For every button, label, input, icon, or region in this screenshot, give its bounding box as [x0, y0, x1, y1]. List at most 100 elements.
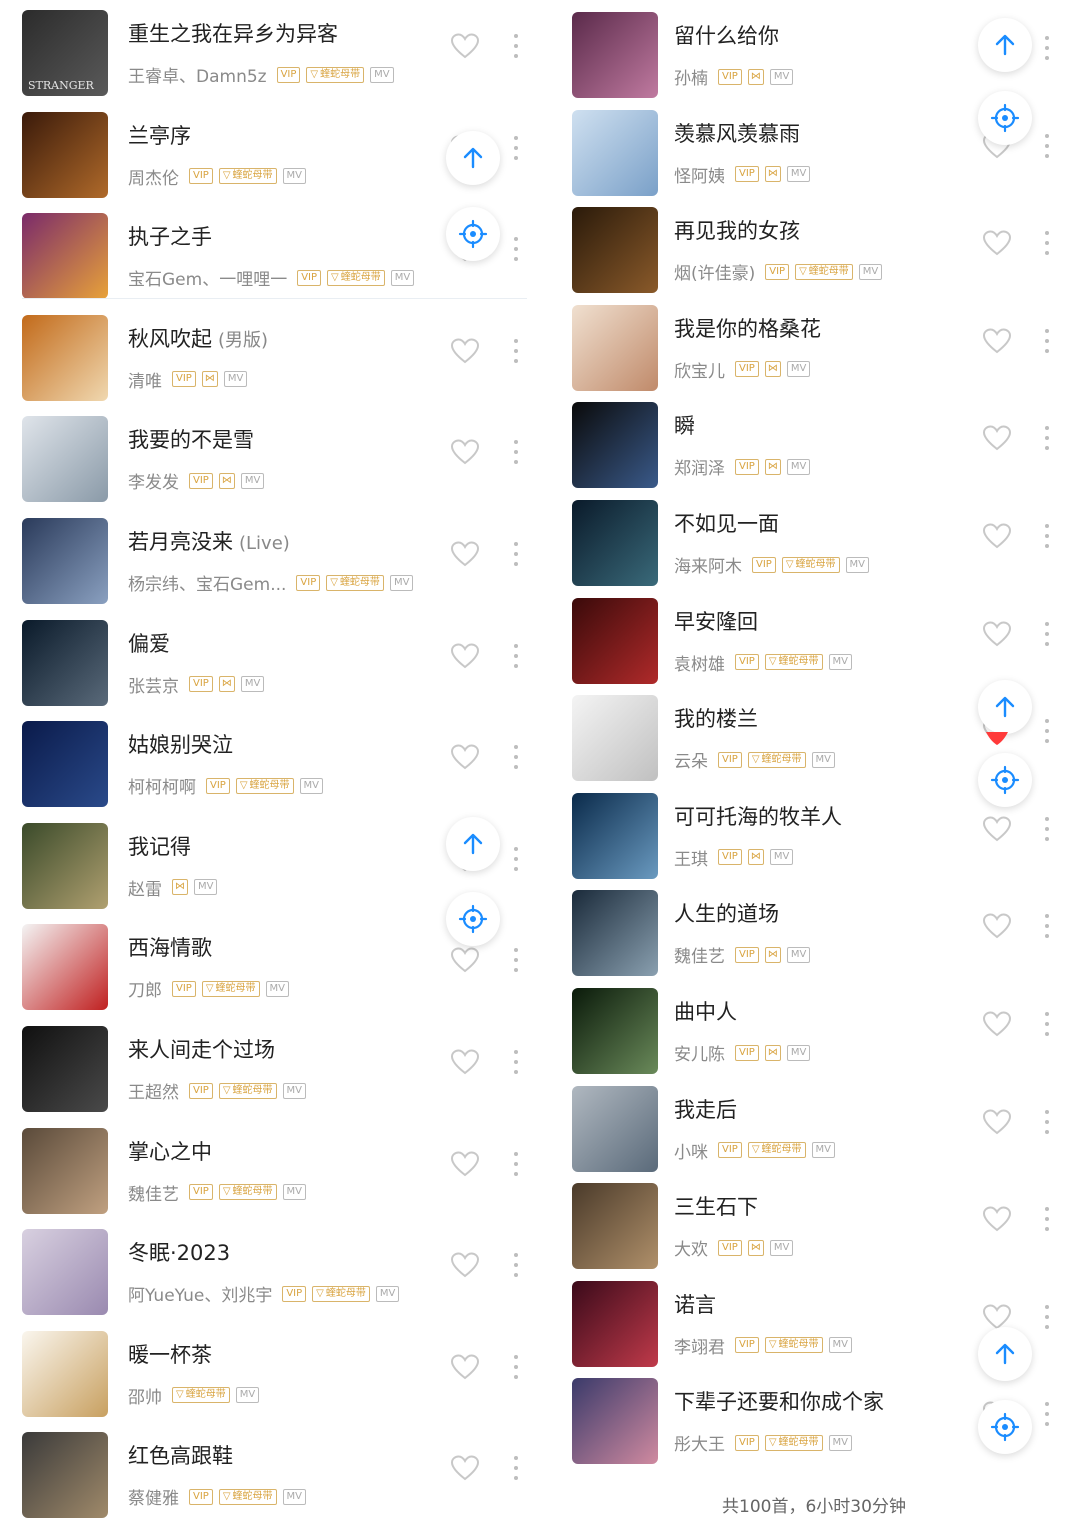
song-row[interactable]: 我是你的格桑花 欣宝儿 VIP ⋈ MV [548, 297, 1080, 399]
artist-name[interactable]: 小咪 [674, 1138, 708, 1163]
favorite-heart-icon[interactable] [982, 815, 1012, 843]
more-options-icon[interactable] [513, 1151, 519, 1176]
artist-name[interactable]: 魏佳艺 [128, 1180, 179, 1205]
artist-name[interactable]: 邵帅 [128, 1383, 162, 1408]
scroll-to-top-button[interactable] [978, 1327, 1032, 1381]
more-options-icon[interactable] [513, 34, 519, 58]
more-options-icon[interactable] [513, 542, 519, 566]
favorite-heart-icon[interactable] [982, 1108, 1012, 1136]
album-cover[interactable] [22, 213, 108, 300]
album-cover[interactable] [22, 822, 108, 909]
album-cover[interactable] [22, 1127, 108, 1214]
album-cover[interactable] [22, 721, 108, 808]
favorite-heart-icon[interactable] [982, 912, 1012, 940]
album-cover[interactable] [572, 207, 658, 294]
album-cover[interactable] [572, 12, 658, 98]
artist-name[interactable]: 杨宗纬、宝石Gem... [128, 570, 286, 595]
song-title[interactable]: 偏爱 [128, 628, 170, 658]
scroll-to-top-button[interactable] [978, 680, 1032, 734]
more-options-icon[interactable] [513, 1050, 519, 1074]
favorite-heart-icon[interactable] [982, 1010, 1012, 1038]
song-title[interactable]: 三生石下 [674, 1191, 758, 1221]
favorite-heart-icon[interactable] [982, 522, 1012, 550]
album-cover[interactable] [572, 1280, 658, 1367]
more-options-icon[interactable] [1044, 524, 1050, 548]
favorite-heart-icon[interactable] [450, 743, 480, 771]
song-title[interactable]: 姑娘别哭泣 [128, 729, 233, 759]
artist-name[interactable]: 王超然 [128, 1078, 179, 1103]
album-cover[interactable] [22, 1432, 108, 1519]
favorite-heart-icon[interactable] [450, 540, 480, 568]
artist-name[interactable]: 周杰伦 [128, 164, 179, 189]
favorite-heart-icon[interactable] [450, 1353, 480, 1381]
song-row[interactable]: 来人间走个过场 王超然 VIP ▽ 蝰蛇母带 MV [0, 1018, 535, 1120]
more-options-icon[interactable] [1044, 1304, 1050, 1329]
favorite-heart-icon[interactable] [450, 32, 480, 60]
song-row[interactable]: 瞬郑润泽 VIP ⋈ MV [548, 394, 1080, 496]
album-cover[interactable] [572, 1085, 658, 1172]
more-options-icon[interactable] [513, 237, 519, 262]
song-title[interactable]: 可可托海的牧羊人 [674, 801, 842, 831]
song-title[interactable]: 来人间走个过场 [128, 1034, 275, 1064]
song-row[interactable]: 偏爱 张芸京 VIP ⋈ MV [0, 612, 535, 714]
favorite-heart-icon[interactable] [450, 1454, 480, 1482]
album-cover[interactable] [572, 500, 658, 586]
favorite-heart-icon[interactable] [450, 946, 480, 974]
album-cover[interactable] [22, 924, 108, 1011]
artist-name[interactable]: 魏佳艺 [674, 942, 725, 967]
artist-name[interactable]: 王琪 [674, 845, 708, 870]
artist-name[interactable]: 云朵 [674, 747, 708, 772]
album-cover[interactable] [22, 518, 108, 604]
album-cover[interactable] [22, 314, 108, 401]
album-cover[interactable] [22, 619, 108, 706]
favorite-heart-icon[interactable] [450, 1150, 480, 1178]
more-options-icon[interactable] [513, 1354, 519, 1379]
song-row[interactable]: 早安隆回 袁树雄 VIP ▽ 蝰蛇母带 MV [548, 590, 1080, 692]
artist-name[interactable]: 李发发 [128, 468, 179, 493]
more-options-icon[interactable] [513, 948, 519, 973]
locate-current-song-button[interactable] [446, 892, 500, 946]
liked-heart-icon[interactable] [984, 730, 1010, 750]
scroll-to-top-button[interactable] [446, 131, 500, 185]
song-title[interactable]: 曲中人 [674, 996, 737, 1026]
more-options-icon[interactable] [513, 846, 519, 871]
more-options-icon[interactable] [1044, 1402, 1050, 1427]
song-title[interactable]: 诺言 [674, 1289, 716, 1319]
more-options-icon[interactable] [513, 1253, 519, 1278]
more-options-icon[interactable] [1044, 816, 1050, 841]
more-options-icon[interactable] [513, 338, 519, 363]
album-cover[interactable] [572, 597, 658, 684]
artist-name[interactable]: 孙楠 [674, 64, 708, 89]
song-title[interactable]: 执子之手 [128, 221, 212, 251]
song-title[interactable]: 人生的道场 [674, 898, 779, 928]
artist-name[interactable]: 大欢 [674, 1235, 708, 1260]
song-row[interactable]: 人生的道场 魏佳艺 VIP ⋈ MV [548, 882, 1080, 984]
album-cover[interactable] [572, 792, 658, 879]
artist-name[interactable]: 欣宝儿 [674, 357, 725, 382]
song-title[interactable]: 暖一杯茶 [128, 1339, 212, 1369]
favorite-heart-icon[interactable] [982, 620, 1012, 648]
album-cover[interactable] [22, 111, 108, 198]
song-row[interactable]: 冬眠·2023 阿YueYue、刘兆宇 VIP ▽ 蝰蛇母带 MV [0, 1221, 535, 1323]
more-options-icon[interactable] [1044, 133, 1050, 158]
song-title[interactable]: 掌心之中 [128, 1136, 212, 1166]
scroll-to-top-button[interactable] [978, 18, 1032, 72]
artist-name[interactable]: 郑润泽 [674, 454, 725, 479]
song-row[interactable]: 我要的不是雪 李发发 VIP ⋈ MV [0, 408, 535, 510]
song-title[interactable]: 瞬 [674, 410, 695, 440]
song-row[interactable]: 我走后 小咪 VIP ▽ 蝰蛇母带 MV [548, 1078, 1080, 1180]
song-title[interactable]: 重生之我在异乡为异客 [128, 18, 338, 48]
song-title[interactable]: 早安隆回 [674, 606, 758, 636]
song-row[interactable]: 曲中人 安儿陈 VIP ⋈ MV [548, 980, 1080, 1082]
song-title[interactable]: 下辈子还要和你成个家 [674, 1386, 884, 1416]
song-title[interactable]: 冬眠·2023 [128, 1237, 230, 1267]
album-cover[interactable] [572, 304, 658, 391]
artist-name[interactable]: 赵雷 [128, 875, 162, 900]
song-title[interactable]: 不如见一面 [674, 508, 779, 538]
more-options-icon[interactable] [513, 643, 519, 668]
favorite-heart-icon[interactable] [450, 1048, 480, 1076]
more-options-icon[interactable] [1044, 426, 1050, 451]
song-title[interactable]: 兰亭序 [128, 120, 191, 150]
song-title[interactable]: 我是你的格桑花 [674, 313, 821, 343]
more-options-icon[interactable] [1044, 719, 1050, 744]
